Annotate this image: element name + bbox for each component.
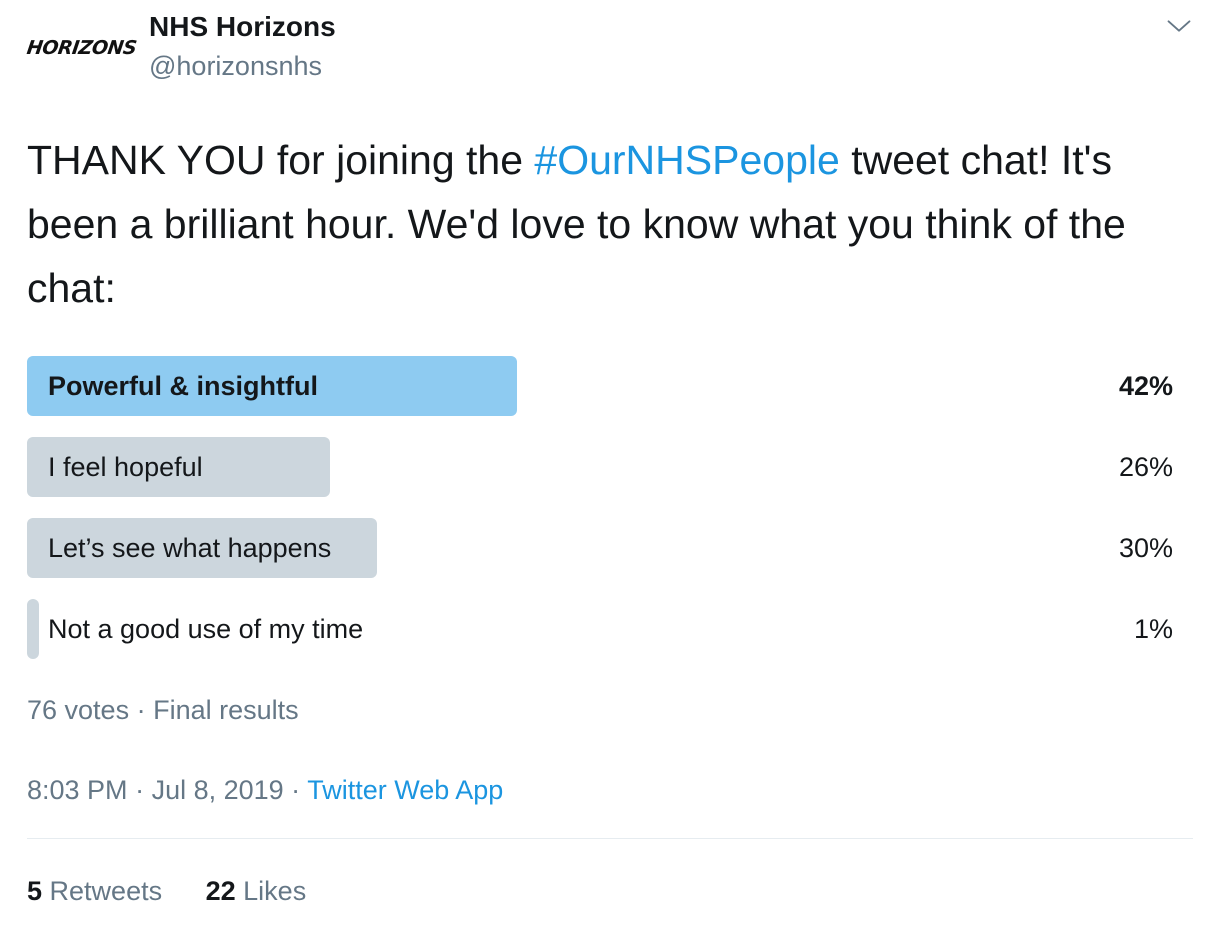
likes-count: 22 — [205, 876, 236, 906]
separator: · — [283, 775, 308, 805]
tweet-text: THANK YOU for joining the #OurNHSPeople … — [27, 128, 1187, 320]
tweet-header: HORIZONS NHS Horizons @horizonsnhs — [25, 10, 1197, 90]
hashtag-link[interactable]: #OurNHSPeople — [534, 137, 839, 183]
poll-votes: 76 votes — [27, 695, 130, 725]
poll-option-percent: 42% — [1118, 371, 1173, 401]
divider — [27, 838, 1193, 839]
avatar-logo-text: HORIZONS — [25, 37, 138, 59]
display-name[interactable]: NHS Horizons — [149, 10, 336, 44]
source-link[interactable]: Twitter Web App — [307, 775, 503, 805]
poll: Powerful & insightful 42% I feel hopeful… — [27, 356, 1173, 680]
retweets-label: Retweets — [42, 876, 163, 906]
poll-option-label: I feel hopeful — [48, 452, 203, 482]
likes-label: Likes — [235, 876, 307, 906]
tweet-time[interactable]: 8:03 PM — [27, 775, 128, 805]
poll-option-label: Not a good use of my time — [48, 614, 364, 644]
poll-option-label: Powerful & insightful — [48, 371, 318, 401]
tweet-text-before: THANK YOU for joining the — [27, 137, 535, 183]
chevron-down-icon[interactable] — [1165, 12, 1193, 40]
poll-summary: 76 votes · Final results — [27, 690, 299, 730]
separator: · — [129, 695, 154, 725]
user-block[interactable]: NHS Horizons @horizonsnhs — [149, 10, 336, 84]
separator: · — [127, 775, 152, 805]
poll-bar — [27, 599, 39, 659]
likes-link[interactable]: 22 Likes — [206, 871, 307, 911]
retweets-link[interactable]: 5 Retweets — [27, 871, 162, 911]
avatar[interactable]: HORIZONS — [25, 28, 137, 68]
retweets-count: 5 — [27, 876, 43, 906]
user-handle[interactable]: @horizonsnhs — [149, 48, 336, 84]
poll-option: Let’s see what happens 30% — [27, 518, 1173, 578]
poll-option: Not a good use of my time 1% — [27, 599, 1173, 659]
poll-option-label: Let’s see what happens — [48, 533, 332, 563]
poll-option: I feel hopeful 26% — [27, 437, 1173, 497]
tweet-date[interactable]: Jul 8, 2019 — [152, 775, 284, 805]
poll-option-percent: 26% — [1118, 452, 1173, 482]
poll-status: Final results — [153, 695, 299, 725]
poll-option-percent: 1% — [1133, 614, 1173, 644]
poll-option-percent: 30% — [1118, 533, 1173, 563]
poll-option: Powerful & insightful 42% — [27, 356, 1173, 416]
engagement-stats: 5 Retweets 22 Likes — [27, 871, 342, 911]
tweet-timestamp: 8:03 PM · Jul 8, 2019 · Twitter Web App — [27, 770, 503, 810]
